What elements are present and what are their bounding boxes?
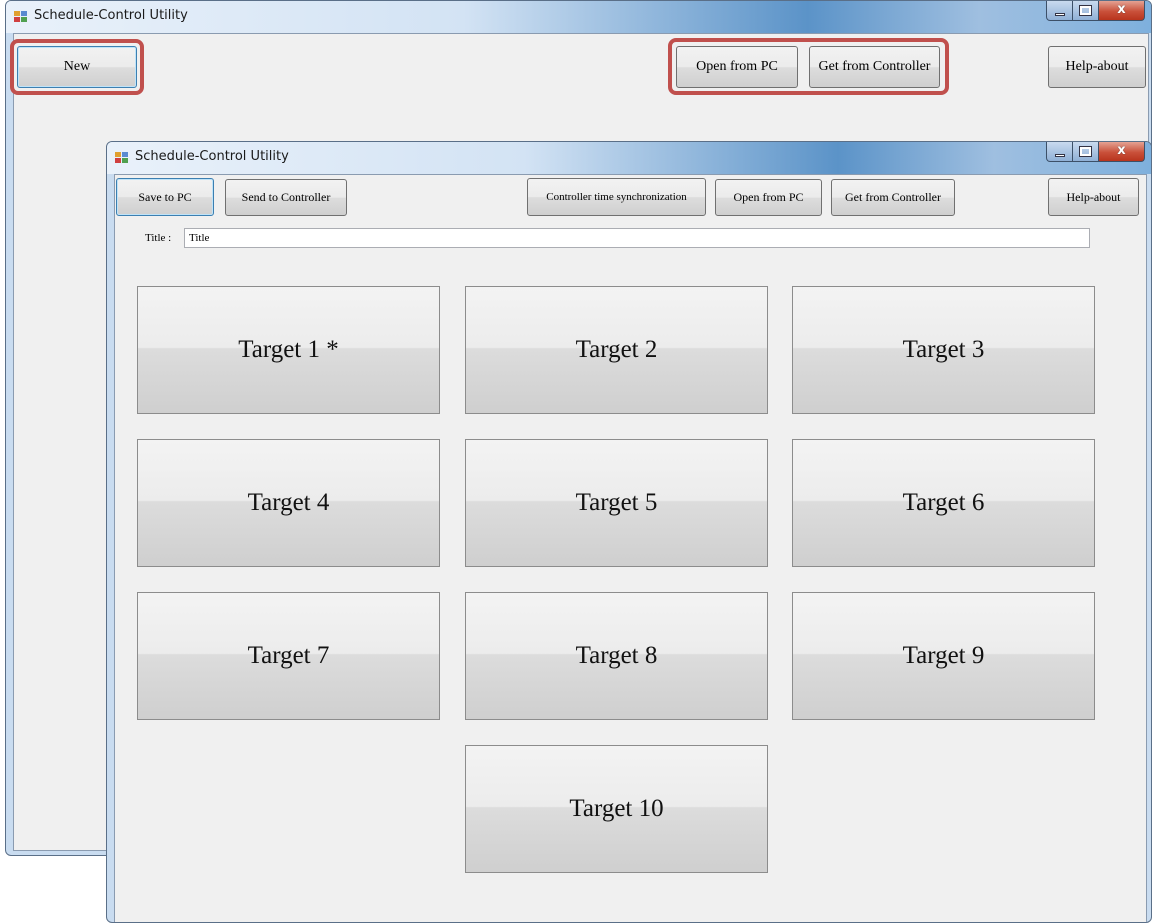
- target-8-button[interactable]: Target 8: [465, 592, 768, 720]
- maximize-button[interactable]: [1073, 142, 1099, 162]
- window-title: Schedule-Control Utility: [135, 149, 289, 164]
- back-titlebar[interactable]: Schedule-Control Utility x: [6, 1, 1151, 33]
- target-10-button[interactable]: Target 10: [465, 745, 768, 873]
- window-title: Schedule-Control Utility: [34, 8, 188, 23]
- title-input[interactable]: [184, 228, 1090, 248]
- highlight-open-get: [668, 38, 949, 95]
- target-6-button[interactable]: Target 6: [792, 439, 1095, 567]
- open-from-pc-button[interactable]: Open from PC: [715, 179, 822, 216]
- target-2-button[interactable]: Target 2: [465, 286, 768, 414]
- maximize-icon: [1079, 5, 1092, 16]
- title-label: Title :: [145, 232, 172, 244]
- target-7-button[interactable]: Target 7: [137, 592, 440, 720]
- send-to-controller-button[interactable]: Send to Controller: [225, 179, 347, 216]
- target-5-button[interactable]: Target 5: [465, 439, 768, 567]
- close-button[interactable]: x: [1099, 142, 1145, 162]
- maximize-icon: [1079, 146, 1092, 157]
- front-titlebar[interactable]: Schedule-Control Utility x: [107, 142, 1151, 174]
- minimize-icon: [1055, 154, 1065, 157]
- help-about-button[interactable]: Help-about: [1048, 46, 1146, 88]
- help-about-button[interactable]: Help-about: [1048, 178, 1139, 216]
- minimize-button[interactable]: [1046, 142, 1073, 162]
- highlight-new: [10, 39, 144, 95]
- minimize-button[interactable]: [1046, 1, 1073, 21]
- save-to-pc-button[interactable]: Save to PC: [116, 178, 214, 216]
- app-icon: [115, 152, 129, 164]
- close-icon: x: [1117, 143, 1126, 158]
- target-3-button[interactable]: Target 3: [792, 286, 1095, 414]
- target-4-button[interactable]: Target 4: [137, 439, 440, 567]
- close-button[interactable]: x: [1099, 1, 1145, 21]
- time-sync-button[interactable]: Controller time synchronization: [527, 178, 706, 216]
- minimize-icon: [1055, 13, 1065, 16]
- target-9-button[interactable]: Target 9: [792, 592, 1095, 720]
- app-icon: [14, 11, 28, 23]
- close-icon: x: [1117, 2, 1126, 17]
- maximize-button[interactable]: [1073, 1, 1099, 21]
- get-from-controller-button[interactable]: Get from Controller: [831, 179, 955, 216]
- target-1-button[interactable]: Target 1 *: [137, 286, 440, 414]
